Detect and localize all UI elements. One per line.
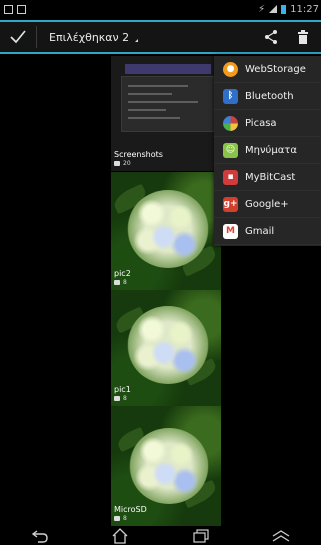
- gmail-icon: M: [223, 223, 238, 239]
- home-icon: [112, 527, 128, 544]
- share-option-mybitcast[interactable]: ▪ MyBitCast: [214, 164, 321, 191]
- album-name: pic2: [114, 269, 131, 278]
- share-option-label: Bluetooth: [245, 90, 294, 102]
- menu-icon: [272, 529, 290, 542]
- album-tile-pic1[interactable]: pic1 8: [111, 290, 221, 406]
- status-bar: ⚡ 11:27: [0, 0, 321, 18]
- album-count: 8: [123, 395, 127, 402]
- album-count: 8: [123, 279, 127, 286]
- share-option-messages[interactable]: ☺ Μηνύματα: [214, 137, 321, 164]
- share-option-label: Μηνύματα: [245, 144, 297, 156]
- album-tile-microsd[interactable]: MicroSD 8: [111, 406, 221, 526]
- album-tile-pic2[interactable]: pic2 8: [111, 172, 221, 290]
- bluetooth-icon: ᛒ: [223, 88, 238, 104]
- recents-button[interactable]: [187, 527, 215, 544]
- file-notification-icon: [17, 4, 26, 14]
- screenshot-notification-icon: [4, 4, 13, 14]
- share-option-googleplus[interactable]: g+ Google+: [214, 191, 321, 218]
- selection-title: Επιλέχθηκαν 2: [49, 30, 130, 44]
- share-option-label: MyBitCast: [245, 171, 296, 183]
- album-name: Screenshots: [114, 150, 163, 159]
- trash-icon: [298, 30, 308, 44]
- album-count: 20: [123, 160, 131, 167]
- album-tile-screenshots[interactable]: Screenshots 20: [111, 56, 221, 171]
- dropdown-caret-icon: [135, 38, 139, 42]
- battery-icon: [281, 4, 287, 14]
- folder-icon: [114, 161, 120, 166]
- folder-icon: [114, 396, 120, 401]
- menu-button[interactable]: [267, 527, 295, 544]
- share-option-webstorage[interactable]: ● WebStorage: [214, 56, 321, 83]
- share-option-label: Gmail: [245, 225, 275, 237]
- share-option-gmail[interactable]: M Gmail: [214, 218, 321, 245]
- share-icon: [265, 30, 277, 44]
- signal-icon: [269, 5, 278, 13]
- share-option-bluetooth[interactable]: ᛒ Bluetooth: [214, 83, 321, 110]
- share-option-picasa[interactable]: Picasa: [214, 110, 321, 137]
- mybitcast-icon: ▪: [223, 169, 238, 185]
- folder-icon: [114, 280, 120, 285]
- share-option-label: Picasa: [245, 117, 277, 129]
- album-count: 8: [123, 515, 127, 522]
- delete-button[interactable]: [297, 29, 309, 45]
- share-option-label: WebStorage: [245, 63, 306, 75]
- messages-icon: ☺: [223, 142, 238, 158]
- google-plus-icon: g+: [223, 196, 238, 212]
- checkmark-icon: [10, 30, 26, 44]
- webstorage-icon: ●: [223, 61, 238, 77]
- share-menu: ● WebStorage ᛒ Bluetooth Picasa ☺ Μηνύμα…: [214, 56, 321, 246]
- clock: 11:27: [290, 3, 319, 15]
- wifi-icon: ⚡: [258, 3, 266, 15]
- selection-dropdown[interactable]: Επιλέχθηκαν 2: [49, 30, 139, 44]
- album-name: MicroSD: [114, 505, 147, 514]
- back-icon: [31, 529, 48, 543]
- folder-icon: [114, 516, 120, 521]
- recents-icon: [193, 528, 209, 543]
- picasa-icon: [223, 115, 238, 131]
- album-name: pic1: [114, 385, 131, 394]
- action-bar-divider: [36, 26, 37, 48]
- done-button[interactable]: [0, 30, 36, 44]
- album-grid: Screenshots 20 pic2 8 pic1 8 MicroSD 8: [111, 56, 221, 526]
- action-bar: Επιλέχθηκαν 2: [0, 20, 321, 54]
- share-button[interactable]: [263, 29, 279, 45]
- navigation-bar: [0, 526, 321, 545]
- share-option-label: Google+: [245, 198, 289, 210]
- home-button[interactable]: [106, 527, 134, 544]
- back-button[interactable]: [26, 527, 54, 544]
